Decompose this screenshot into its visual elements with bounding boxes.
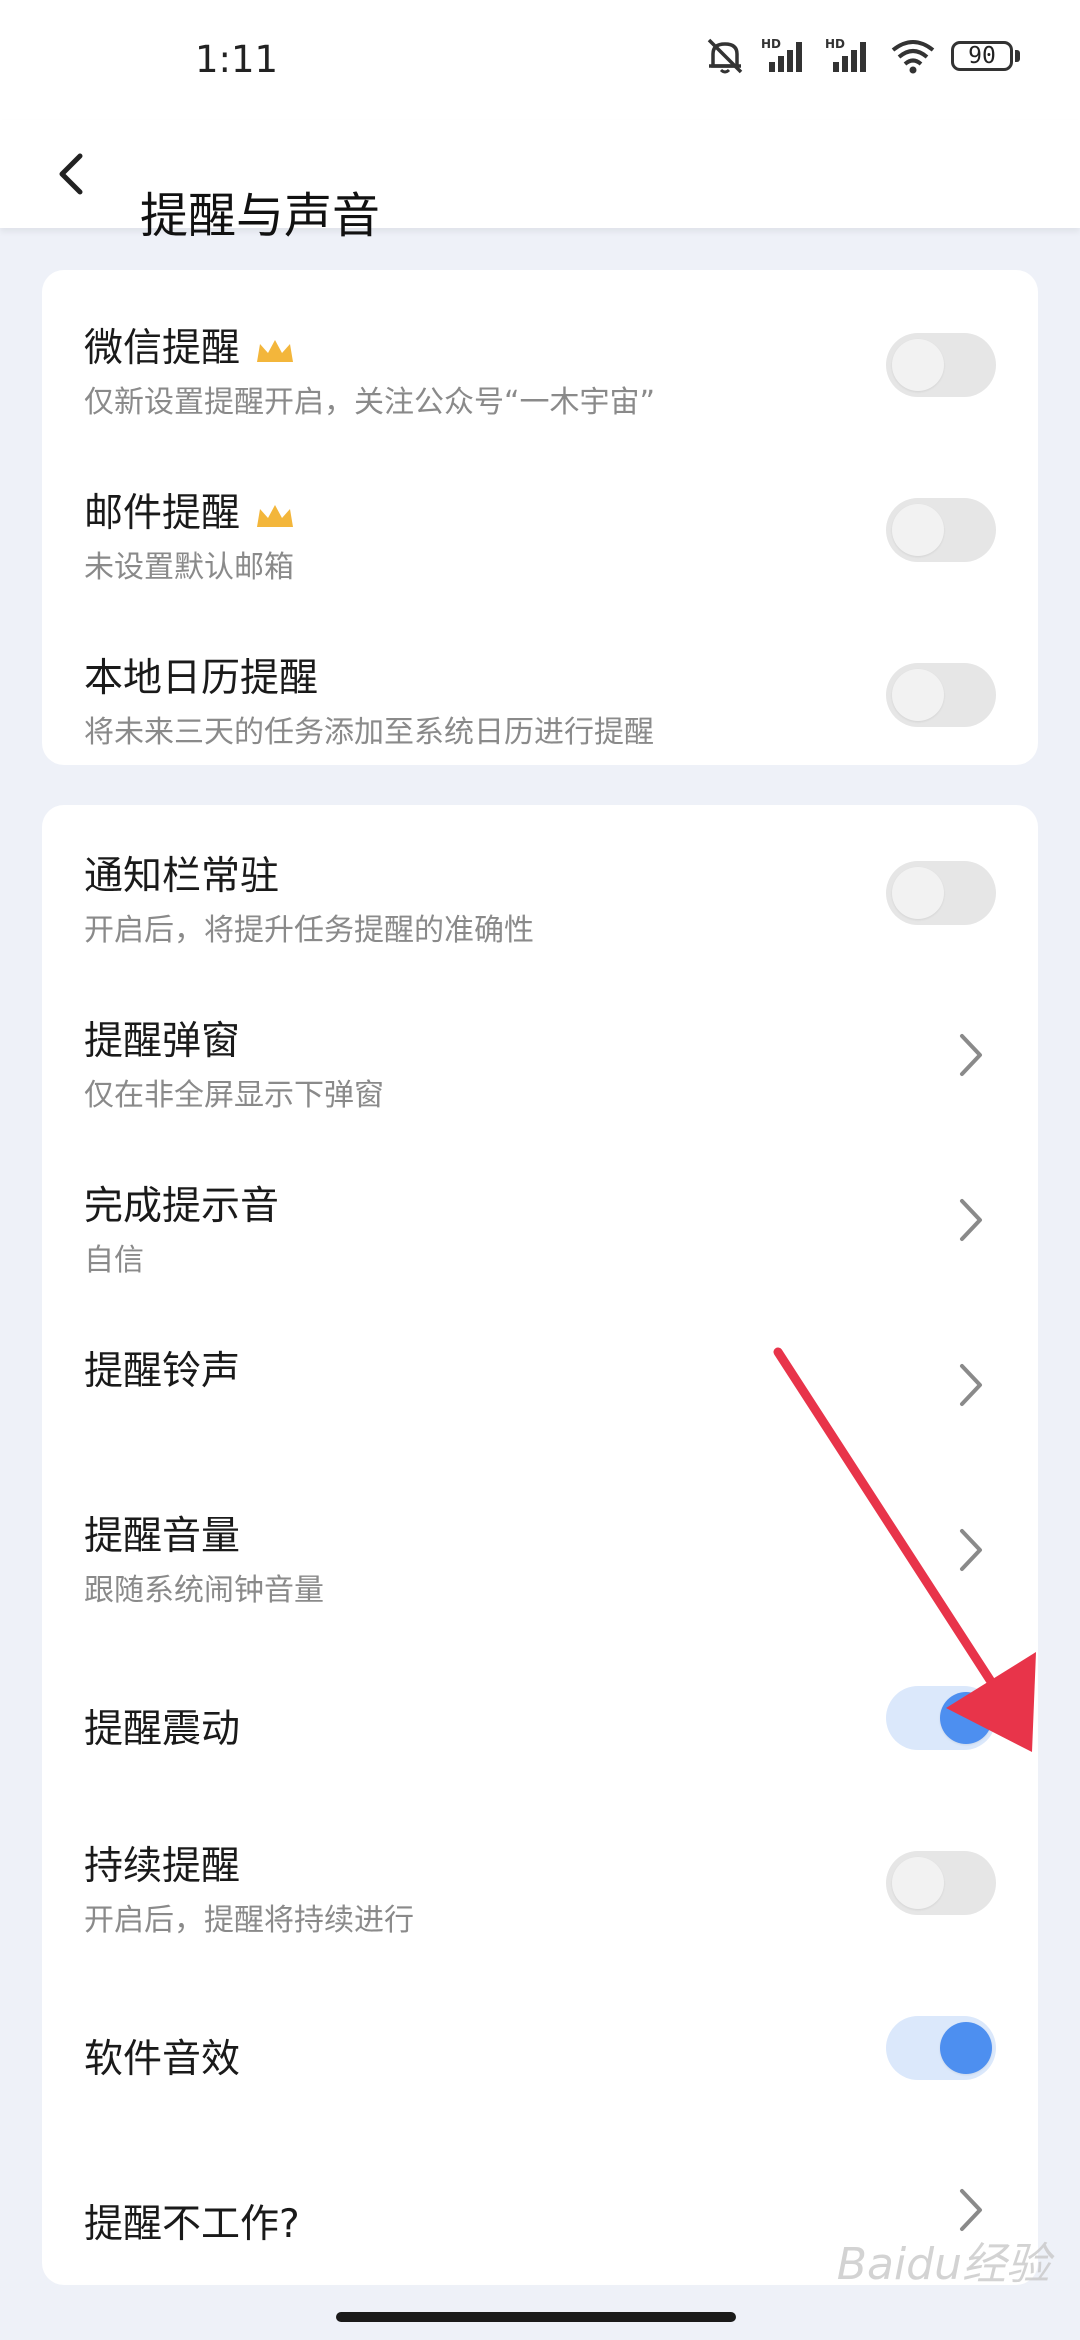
toggle-knob (892, 339, 944, 391)
wifi-icon (891, 40, 935, 74)
battery-cap (1015, 50, 1020, 62)
row-continuous-reminder[interactable]: 持续提醒 开启后，提醒将持续进行 (42, 1803, 1038, 1953)
ringtone-label: 提醒铃声 (84, 1349, 241, 1394)
mute-bell-icon (707, 38, 743, 74)
toggle-knob (892, 1857, 944, 1909)
row-email-reminder[interactable]: 邮件提醒 未设置默认邮箱 (42, 450, 1038, 600)
signal-hd-icon: HD (761, 37, 802, 72)
persistent-notification-label: 通知栏常驻 (84, 854, 280, 899)
volume-desc: 跟随系统闹钟音量 (84, 1573, 324, 1608)
app-sound-effects-toggle[interactable] (886, 2016, 996, 2080)
volume-label: 提醒音量 (84, 1514, 241, 1559)
chevron-right-icon (960, 1364, 982, 1406)
calendar-reminder-label: 本地日历提醒 (84, 656, 319, 701)
svg-text:HD: HD (825, 37, 845, 51)
completion-sound-label: 完成提示音 (84, 1184, 280, 1229)
row-wechat-reminder[interactable]: 微信提醒 仅新设置提醒开启，关注公众号“一木宇宙” (42, 285, 1038, 435)
persistent-notification-toggle[interactable] (886, 861, 996, 925)
row-ringtone[interactable]: 提醒铃声 (42, 1308, 1038, 1458)
row-calendar-reminder[interactable]: 本地日历提醒 将未来三天的任务添加至系统日历进行提醒 (42, 615, 1038, 765)
vibration-label: 提醒震动 (84, 1707, 241, 1752)
chevron-right-icon (960, 1199, 982, 1241)
home-indicator[interactable] (336, 2312, 736, 2322)
continuous-reminder-toggle[interactable] (886, 1851, 996, 1915)
status-time: 1:11 (195, 38, 279, 81)
row-persistent-notification[interactable]: 通知栏常驻 开启后，将提升任务提醒的准确性 (42, 813, 1038, 963)
completion-sound-desc: 自信 (84, 1243, 144, 1278)
chevron-right-icon (960, 1034, 982, 1076)
vip-crown-icon (257, 339, 294, 362)
signal-hd-icon-2: HD (825, 37, 866, 72)
app-bar: 提醒与声音 (0, 120, 1080, 244)
card-notifications: 微信提醒 仅新设置提醒开启，关注公众号“一木宇宙” 邮件提醒 未设置默认邮箱 本… (42, 270, 1038, 765)
calendar-reminder-desc: 将未来三天的任务添加至系统日历进行提醒 (84, 715, 654, 750)
reminder-popup-desc: 仅在非全屏显示下弹窗 (84, 1078, 384, 1113)
chevron-right-icon (960, 1529, 982, 1571)
row-app-sound-effects[interactable]: 软件音效 (42, 1968, 1038, 2118)
page-title: 提醒与声音 (140, 188, 381, 245)
row-completion-sound[interactable]: 完成提示音 自信 (42, 1143, 1038, 1293)
watermark: Baidu经验 (836, 2239, 1050, 2290)
svg-text:HD: HD (761, 37, 781, 51)
row-volume[interactable]: 提醒音量 跟随系统闹钟音量 (42, 1473, 1038, 1623)
wechat-reminder-desc: 仅新设置提醒开启，关注公众号“一木宇宙” (84, 385, 656, 420)
battery-icon: 90 (951, 41, 1013, 71)
wechat-reminder-label: 微信提醒 (84, 326, 241, 371)
status-icons: HD HD 90 (703, 36, 1020, 76)
email-reminder-label: 邮件提醒 (84, 491, 241, 536)
back-arrow-icon[interactable] (50, 134, 94, 214)
toggle-knob (892, 867, 944, 919)
toggle-knob (892, 504, 944, 556)
email-reminder-desc: 未设置默认邮箱 (84, 550, 294, 585)
toggle-knob (892, 669, 944, 721)
reminder-popup-label: 提醒弹窗 (84, 1019, 241, 1064)
row-reminder-popup[interactable]: 提醒弹窗 仅在非全屏显示下弹窗 (42, 978, 1038, 1128)
persistent-notification-desc: 开启后，将提升任务提醒的准确性 (84, 913, 534, 948)
reminder-not-working-label: 提醒不工作? (84, 2202, 300, 2247)
continuous-reminder-desc: 开启后，提醒将持续进行 (84, 1903, 414, 1938)
vip-crown-icon (257, 504, 294, 527)
wechat-reminder-toggle[interactable] (886, 333, 996, 397)
toggle-knob (940, 1692, 992, 1744)
email-reminder-toggle[interactable] (886, 498, 996, 562)
toggle-knob (940, 2022, 992, 2074)
card-sound-settings: 通知栏常驻 开启后，将提升任务提醒的准确性 提醒弹窗 仅在非全屏显示下弹窗 完成… (42, 805, 1038, 2285)
vibration-toggle[interactable] (886, 1686, 996, 1750)
continuous-reminder-label: 持续提醒 (84, 1844, 241, 1889)
app-sound-effects-label: 软件音效 (84, 2037, 241, 2082)
status-bar: 1:11 HD HD 90 (0, 0, 1080, 120)
row-vibration[interactable]: 提醒震动 (42, 1638, 1038, 1788)
calendar-reminder-toggle[interactable] (886, 663, 996, 727)
